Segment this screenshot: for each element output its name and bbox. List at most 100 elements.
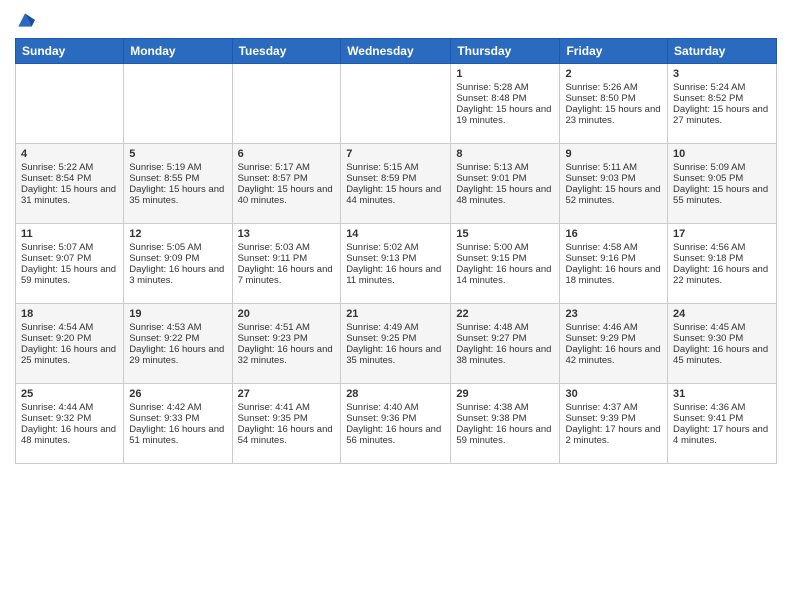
daylight-text: Daylight: 15 hours and 23 minutes. bbox=[565, 104, 662, 126]
daylight-text: Daylight: 15 hours and 31 minutes. bbox=[21, 184, 118, 206]
sunrise-text: Sunrise: 5:00 AM bbox=[456, 242, 554, 253]
sunset-text: Sunset: 8:54 PM bbox=[21, 173, 118, 184]
day-cell: 30Sunrise: 4:37 AMSunset: 9:39 PMDayligh… bbox=[560, 384, 668, 464]
sunset-text: Sunset: 9:03 PM bbox=[565, 173, 662, 184]
day-number: 17 bbox=[673, 228, 771, 240]
daylight-text: Daylight: 16 hours and 48 minutes. bbox=[21, 424, 118, 446]
day-cell: 19Sunrise: 4:53 AMSunset: 9:22 PMDayligh… bbox=[124, 304, 232, 384]
day-cell: 12Sunrise: 5:05 AMSunset: 9:09 PMDayligh… bbox=[124, 224, 232, 304]
daylight-text: Daylight: 17 hours and 2 minutes. bbox=[565, 424, 662, 446]
day-cell: 11 Sunrise: 5:07 AMSunset: 9:07 PMDayligh… bbox=[16, 224, 124, 304]
daylight-text: Daylight: 16 hours and 7 minutes. bbox=[238, 264, 336, 286]
day-number: 29 bbox=[456, 388, 554, 400]
daylight-text: Daylight: 15 hours and 55 minutes. bbox=[673, 184, 771, 206]
day-number: 10 bbox=[673, 148, 771, 160]
day-number: 27 bbox=[238, 388, 336, 400]
week-row-2: 4Sunrise: 5:22 AMSunset: 8:54 PMDaylight… bbox=[16, 144, 777, 224]
sunset-text: Sunset: 9:30 PM bbox=[673, 333, 771, 344]
sunrise-text: Sunrise: 4:46 AM bbox=[565, 322, 662, 333]
week-row-1: 1 Sunrise: 5:28 AMSunset: 8:48 PM Daylight… bbox=[16, 64, 777, 144]
sunset-text: Sunset: 9:23 PM bbox=[238, 333, 336, 344]
sunset-text: Sunset: 8:52 PM bbox=[673, 93, 771, 104]
sunset-text: Sunset: 9:27 PM bbox=[456, 333, 554, 344]
day-number: 11 bbox=[21, 228, 118, 240]
day-number: 6 bbox=[238, 148, 336, 160]
sunset-text: Sunset: 9:13 PM bbox=[346, 253, 445, 264]
sunrise-text: Sunrise: 4:45 AM bbox=[673, 322, 771, 333]
day-number: 20 bbox=[238, 308, 336, 320]
day-cell: 28Sunrise: 4:40 AMSunset: 9:36 PMDayligh… bbox=[341, 384, 451, 464]
day-cell: 2Sunrise: 5:26 AMSunset: 8:50 PMDaylight… bbox=[560, 64, 668, 144]
sunrise-text: Sunrise: 5:19 AM bbox=[129, 162, 226, 173]
day-number: 7 bbox=[346, 148, 445, 160]
sunset-text: Sunset: 9:36 PM bbox=[346, 413, 445, 424]
daylight-text: Daylight: 16 hours and 38 minutes. bbox=[456, 344, 554, 366]
sunrise-text: Sunrise: 5:22 AM bbox=[21, 162, 118, 173]
sunset-text: Sunset: 9:15 PM bbox=[456, 253, 554, 264]
sunrise-text: Sunrise: 5:13 AM bbox=[456, 162, 554, 173]
sunrise-text: Sunrise: 4:49 AM bbox=[346, 322, 445, 333]
day-cell bbox=[341, 64, 451, 144]
week-row-3: 11Sunrise: 5:07 AMSunset: 9:07 PMDayligh… bbox=[16, 224, 777, 304]
day-cell: 18 Sunrise: 4:54 AMSunset: 9:20 PMDayligh… bbox=[16, 304, 124, 384]
sunset-text: Sunset: 8:59 PM bbox=[346, 173, 445, 184]
day-number: 21 bbox=[346, 308, 445, 320]
sunset-text: Sunset: 9:07 PM bbox=[21, 253, 118, 264]
header-wednesday: Wednesday bbox=[341, 39, 451, 64]
day-number: 1 bbox=[456, 68, 554, 80]
day-cell: 27Sunrise: 4:41 AMSunset: 9:35 PMDayligh… bbox=[232, 384, 341, 464]
header bbox=[15, 10, 777, 30]
daylight-text: Daylight: 16 hours and 54 minutes. bbox=[238, 424, 336, 446]
page: Sunday Monday Tuesday Wednesday Thursday… bbox=[0, 0, 792, 612]
sunset-text: Sunset: 9:18 PM bbox=[673, 253, 771, 264]
daylight-text: Daylight: 15 hours and 59 minutes. bbox=[21, 264, 118, 286]
day-cell: 4 Sunrise: 5:22 AMSunset: 8:54 PMDaylight… bbox=[16, 144, 124, 224]
day-number: 4 bbox=[21, 148, 118, 160]
header-monday: Monday bbox=[124, 39, 232, 64]
sunrise-text: Sunrise: 4:54 AM bbox=[21, 322, 118, 333]
logo-icon bbox=[15, 10, 35, 30]
day-cell: 14Sunrise: 5:02 AMSunset: 9:13 PMDayligh… bbox=[341, 224, 451, 304]
day-cell: 9Sunrise: 5:11 AMSunset: 9:03 PMDaylight… bbox=[560, 144, 668, 224]
day-number: 5 bbox=[129, 148, 226, 160]
daylight-text: Daylight: 15 hours and 40 minutes. bbox=[238, 184, 336, 206]
sunset-text: Sunset: 9:11 PM bbox=[238, 253, 336, 264]
sunset-text: Sunset: 8:48 PM bbox=[456, 93, 554, 104]
day-number: 9 bbox=[565, 148, 662, 160]
daylight-text: Daylight: 17 hours and 4 minutes. bbox=[673, 424, 771, 446]
day-cell: 5Sunrise: 5:19 AMSunset: 8:55 PMDaylight… bbox=[124, 144, 232, 224]
day-number: 22 bbox=[456, 308, 554, 320]
daylight-text: Daylight: 16 hours and 3 minutes. bbox=[129, 264, 226, 286]
header-saturday: Saturday bbox=[668, 39, 777, 64]
day-number: 24 bbox=[673, 308, 771, 320]
logo bbox=[15, 10, 37, 30]
day-cell: 10Sunrise: 5:09 AMSunset: 9:05 PMDayligh… bbox=[668, 144, 777, 224]
day-number: 16 bbox=[565, 228, 662, 240]
day-number: 2 bbox=[565, 68, 662, 80]
sunrise-text: Sunrise: 5:28 AM bbox=[456, 82, 554, 93]
sunrise-text: Sunrise: 5:07 AM bbox=[21, 242, 118, 253]
day-cell bbox=[124, 64, 232, 144]
sunset-text: Sunset: 8:55 PM bbox=[129, 173, 226, 184]
day-number: 15 bbox=[456, 228, 554, 240]
sunrise-text: Sunrise: 5:09 AM bbox=[673, 162, 771, 173]
sunrise-text: Sunrise: 4:44 AM bbox=[21, 402, 118, 413]
sunset-text: Sunset: 9:20 PM bbox=[21, 333, 118, 344]
day-cell: 7Sunrise: 5:15 AMSunset: 8:59 PMDaylight… bbox=[341, 144, 451, 224]
day-number: 23 bbox=[565, 308, 662, 320]
day-cell: 16Sunrise: 4:58 AMSunset: 9:16 PMDayligh… bbox=[560, 224, 668, 304]
day-number: 12 bbox=[129, 228, 226, 240]
day-cell: 22Sunrise: 4:48 AMSunset: 9:27 PMDayligh… bbox=[451, 304, 560, 384]
day-number: 26 bbox=[129, 388, 226, 400]
day-number: 18 bbox=[21, 308, 118, 320]
day-cell: 21Sunrise: 4:49 AMSunset: 9:25 PMDayligh… bbox=[341, 304, 451, 384]
sunset-text: Sunset: 9:38 PM bbox=[456, 413, 554, 424]
sunrise-text: Sunrise: 5:24 AM bbox=[673, 82, 771, 93]
daylight-text: Daylight: 16 hours and 25 minutes. bbox=[21, 344, 118, 366]
daylight-text: Daylight: 16 hours and 14 minutes. bbox=[456, 264, 554, 286]
daylight-text: Daylight: 15 hours and 27 minutes. bbox=[673, 104, 771, 126]
sunrise-text: Sunrise: 5:11 AM bbox=[565, 162, 662, 173]
header-sunday: Sunday bbox=[16, 39, 124, 64]
sunset-text: Sunset: 9:41 PM bbox=[673, 413, 771, 424]
calendar-table: Sunday Monday Tuesday Wednesday Thursday… bbox=[15, 38, 777, 464]
